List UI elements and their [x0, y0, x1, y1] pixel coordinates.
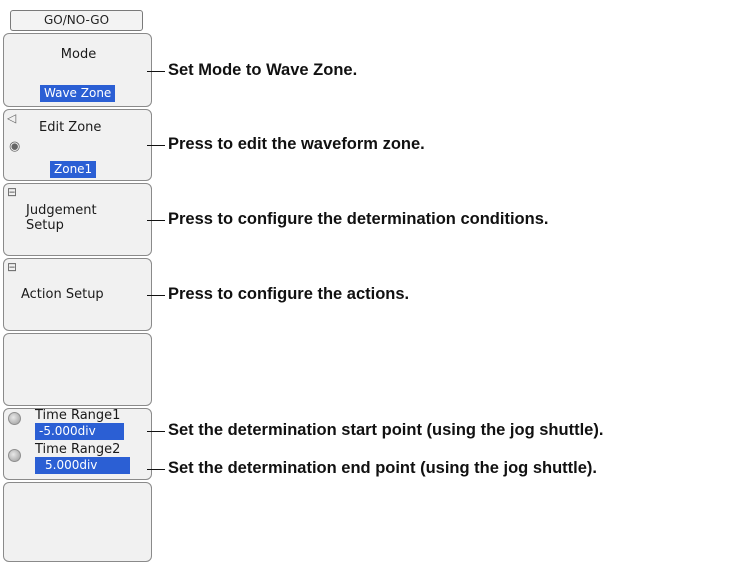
time-range2-value[interactable]: 5.000div: [35, 457, 130, 474]
edit-zone-label: Edit Zone: [39, 120, 102, 135]
edit-zone-value: Zone1: [50, 161, 97, 178]
callout-leader: [147, 431, 165, 432]
edit-zone-softkey[interactable]: ◁ Edit Zone ◉ Zone1: [3, 109, 152, 181]
mode-label: Mode: [60, 47, 97, 62]
submenu-icon: ⊟: [7, 185, 18, 199]
time-range-softkey[interactable]: Time Range1 -5.000div Time Range2 5.000d…: [3, 408, 152, 480]
empty-softkey-1[interactable]: [3, 333, 152, 406]
time-range1-label: Time Range1: [35, 408, 121, 423]
submenu-icon: ⊟: [7, 260, 18, 274]
callout-leader: [147, 145, 165, 146]
empty-softkey-2[interactable]: [3, 482, 152, 562]
time-range2-label: Time Range2: [35, 442, 121, 457]
callout-leader: [147, 71, 165, 72]
judgement-setup-label-line1: Judgement: [26, 203, 97, 218]
jog-shuttle-icon: ◉: [9, 139, 21, 154]
judgement-setup-label-line2: Setup: [26, 218, 64, 233]
judgement-setup-softkey[interactable]: ⊟ Judgement Setup: [3, 183, 152, 256]
callout-time-range1: Set the determination start point (using…: [168, 421, 604, 439]
jog-knob-icon: [8, 412, 21, 425]
callout-judgement-setup: Press to configure the determination con…: [168, 210, 549, 228]
action-setup-label: Action Setup: [21, 287, 104, 302]
time-range1-value[interactable]: -5.000div: [35, 423, 124, 440]
left-arrow-icon: ◁: [7, 111, 17, 125]
mode-softkey[interactable]: Mode Wave Zone: [3, 33, 152, 107]
jog-knob-icon: [8, 449, 21, 462]
mode-value: Wave Zone: [40, 85, 116, 102]
callout-leader: [147, 295, 165, 296]
callout-leader: [147, 220, 165, 221]
callout-mode: Set Mode to Wave Zone.: [168, 61, 358, 79]
callout-edit-zone: Press to edit the waveform zone.: [168, 135, 425, 153]
action-setup-softkey[interactable]: ⊟ Action Setup: [3, 258, 152, 331]
panel-title: GO/NO-GO: [10, 10, 143, 31]
callout-leader: [147, 469, 165, 470]
callout-time-range2: Set the determination end point (using t…: [168, 459, 597, 477]
callout-action-setup: Press to configure the actions.: [168, 285, 410, 303]
